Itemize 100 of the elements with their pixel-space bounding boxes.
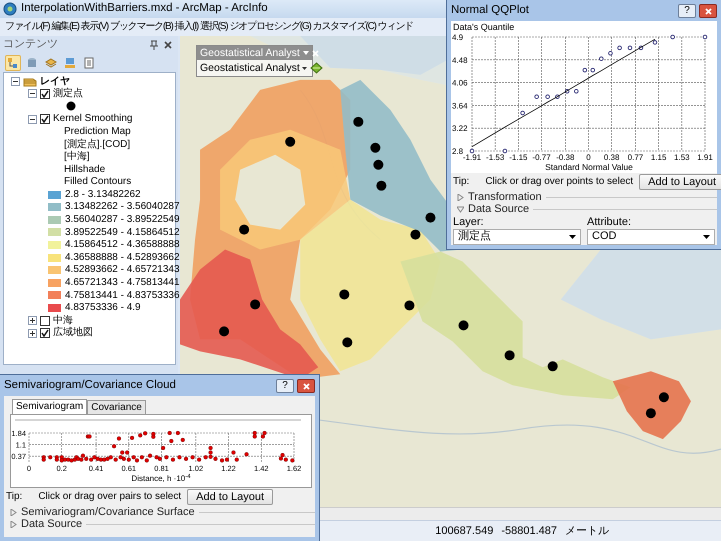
data-point[interactable]	[108, 455, 113, 460]
close-icon[interactable]	[164, 40, 172, 48]
data-point[interactable]	[213, 456, 218, 461]
data-point[interactable]	[534, 94, 539, 99]
data-point[interactable]	[599, 56, 604, 61]
expand-icon[interactable]	[28, 316, 37, 326]
data-point[interactable]	[278, 456, 284, 461]
data-point[interactable]	[244, 452, 249, 456]
layer-name[interactable]: 測定点	[53, 88, 83, 100]
data-point[interactable]	[208, 446, 213, 450]
data-point[interactable]	[134, 458, 140, 463]
data-point[interactable]	[79, 458, 84, 462]
data-point[interactable]	[96, 456, 100, 461]
menu-item[interactable]: カスタマイズ(C)	[312, 21, 377, 33]
collapse-icon[interactable]	[11, 76, 20, 86]
data-point[interactable]	[105, 456, 110, 461]
add-to-layout-button[interactable]: Add to Layout	[187, 489, 274, 505]
data-point[interactable]	[262, 430, 267, 436]
data-point[interactable]	[220, 458, 224, 463]
data-point[interactable]	[170, 458, 176, 462]
data-point[interactable]	[190, 455, 195, 460]
data-point[interactable]	[520, 110, 525, 116]
data-point[interactable]	[204, 455, 208, 460]
section-header[interactable]: Data Source	[451, 202, 534, 216]
expand-icon[interactable]	[28, 328, 37, 338]
data-point[interactable]	[92, 455, 97, 460]
data-point[interactable]	[89, 458, 94, 462]
menu-item[interactable]: ウィンド	[376, 21, 414, 33]
tab[interactable]: Covariance	[87, 400, 146, 414]
menu-item[interactable]: ファイル(F)	[4, 21, 50, 33]
data-point[interactable]	[176, 430, 180, 436]
data-point[interactable]	[590, 68, 596, 72]
data-point[interactable]	[670, 34, 675, 40]
menu-item[interactable]: 選択(S)	[199, 21, 228, 33]
list-by-drawing-order-button[interactable]	[5, 54, 21, 70]
data-point[interactable]	[164, 455, 168, 460]
data-point[interactable]	[208, 450, 213, 455]
data-point[interactable]	[231, 450, 236, 455]
data-point[interactable]	[126, 458, 131, 462]
data-point[interactable]	[582, 68, 588, 72]
wizard-icon[interactable]	[310, 62, 323, 74]
layer-name[interactable]: Kernel Smoothing	[53, 113, 132, 125]
help-button[interactable]: ?	[276, 379, 294, 393]
data-point[interactable]	[617, 46, 622, 50]
caret-icon[interactable]	[302, 51, 309, 55]
data-point[interactable]	[130, 436, 134, 440]
section-header[interactable]: Data Source	[4, 518, 86, 530]
data-point[interactable]	[125, 450, 130, 455]
checkbox[interactable]	[40, 88, 50, 99]
data-point[interactable]	[180, 438, 185, 442]
section-header[interactable]: Transformation	[451, 190, 546, 204]
data-point[interactable]	[169, 438, 174, 444]
data-point[interactable]	[260, 434, 266, 439]
data-point[interactable]	[148, 454, 152, 458]
data-point[interactable]	[208, 454, 213, 459]
data-point[interactable]	[118, 455, 123, 460]
menu-item[interactable]: ブックマーク(B)	[109, 21, 174, 33]
data-point[interactable]	[69, 458, 74, 463]
data-point[interactable]	[158, 456, 162, 461]
data-point[interactable]	[638, 46, 644, 50]
data-point[interactable]	[144, 458, 149, 463]
data-point[interactable]	[564, 89, 570, 94]
data-point[interactable]	[102, 458, 106, 462]
data-point[interactable]	[42, 458, 46, 462]
data-point[interactable]	[120, 450, 124, 455]
data-point[interactable]	[54, 458, 59, 462]
checkbox[interactable]	[40, 316, 50, 326]
data-point[interactable]	[608, 51, 613, 56]
data-point[interactable]	[143, 431, 148, 436]
help-button[interactable]: ?	[678, 4, 696, 18]
menu-item[interactable]: 表示(V)	[80, 21, 110, 33]
data-point[interactable]	[168, 430, 172, 436]
menu-item[interactable]: 挿入(I)	[174, 21, 200, 33]
data-point[interactable]	[290, 458, 294, 463]
tab[interactable]: Semivariogram	[12, 399, 88, 414]
data-point[interactable]	[112, 444, 116, 448]
data-point[interactable]	[122, 456, 126, 461]
data-point[interactable]	[151, 434, 156, 439]
collapse-icon[interactable]	[28, 89, 37, 98]
data-point[interactable]	[154, 455, 159, 460]
add-to-layout-button[interactable]: Add to Layout	[639, 174, 721, 190]
data-point[interactable]	[60, 458, 64, 463]
data-point[interactable]	[116, 436, 122, 441]
layer-name[interactable]: 広域地図	[53, 327, 93, 339]
data-point[interactable]	[87, 434, 92, 439]
data-point[interactable]	[66, 458, 70, 462]
checkbox[interactable]	[40, 328, 50, 338]
data-point[interactable]	[161, 446, 166, 450]
data-point[interactable]	[545, 94, 550, 99]
section-header[interactable]: Semivariogram/Covariance Surface	[4, 506, 199, 518]
data-point[interactable]	[138, 433, 142, 438]
data-point[interactable]	[470, 148, 474, 154]
close-button[interactable]	[297, 379, 315, 393]
data-point[interactable]	[284, 458, 288, 462]
data-point[interactable]	[224, 458, 230, 462]
dropdown[interactable]: 測定点	[453, 228, 581, 245]
data-point[interactable]	[184, 456, 188, 461]
data-point[interactable]	[502, 148, 508, 154]
layer-name[interactable]: 中海	[53, 314, 73, 326]
data-point[interactable]	[80, 454, 86, 458]
